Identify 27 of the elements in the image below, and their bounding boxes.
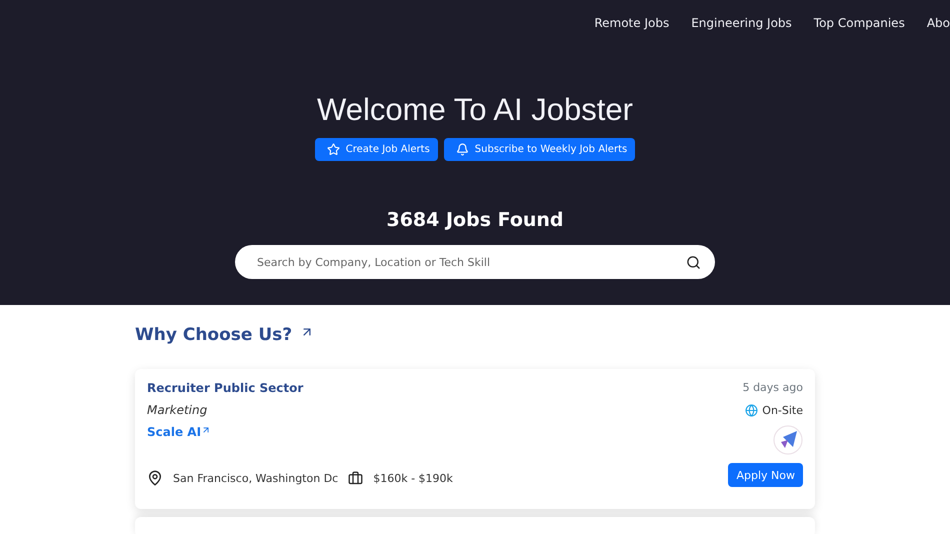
nav-link[interactable]: Engineering Jobs xyxy=(691,16,792,92)
page-title: Welcome To AI Jobster xyxy=(317,92,633,128)
section-title[interactable]: Why Choose Us? xyxy=(135,325,292,345)
job-category: Marketing xyxy=(147,403,208,417)
search-icon[interactable] xyxy=(686,254,701,270)
apply-button[interactable]: Apply Now xyxy=(728,463,803,487)
search-field[interactable]: Search by Company, Location or Tech Skill xyxy=(255,254,686,270)
workplace-type: On-Site xyxy=(762,404,803,416)
job-title[interactable]: Recruiter Public Sector xyxy=(147,381,728,395)
nav-link[interactable]: Remote Jobs xyxy=(594,16,670,92)
jobs-count: 3684 Jobs Found xyxy=(386,209,564,231)
posted-date: 5 days ago xyxy=(742,381,803,395)
job-location: San Francisco, Washington Dc xyxy=(173,472,338,484)
nav-link[interactable]: Top Companies xyxy=(814,16,905,92)
search-field[interactable]: Search by Company, Location or Tech Skill xyxy=(235,245,715,279)
alert-button[interactable]: Subscribe to Weekly Job Alerts xyxy=(444,138,636,161)
alert-button[interactable]: Create Job Alerts xyxy=(314,138,438,161)
bell-icon xyxy=(456,143,469,156)
company-link[interactable]: Scale AI xyxy=(147,425,212,455)
location-pin-icon xyxy=(147,470,163,486)
external-link-icon xyxy=(201,425,212,435)
star-icon xyxy=(326,143,340,156)
salary-range: $160k - $190k xyxy=(373,472,453,484)
briefcase-icon xyxy=(348,470,364,486)
company-logo-icon xyxy=(773,425,803,455)
globe-icon xyxy=(745,404,758,416)
nav-link[interactable]: Abo xyxy=(926,16,950,92)
